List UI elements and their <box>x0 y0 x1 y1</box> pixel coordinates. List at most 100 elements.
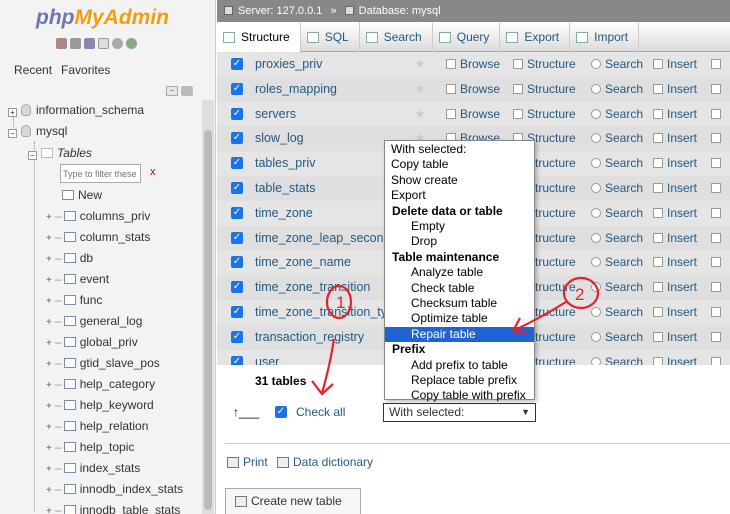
empty-link[interactable] <box>711 300 725 325</box>
nav-scrollbar[interactable] <box>202 100 214 514</box>
expand-icon[interactable]: + <box>46 292 55 312</box>
logout-icon[interactable] <box>70 38 81 49</box>
dropdown-option[interactable]: Optimize table <box>385 311 534 327</box>
check-all-label[interactable]: Check all <box>296 405 345 419</box>
docs-icon[interactable] <box>98 38 109 49</box>
dropdown-option[interactable]: Show create <box>385 173 534 189</box>
dropdown-option[interactable]: Drop <box>385 234 534 250</box>
tree-node-tables[interactable]: − Tables <box>28 143 92 163</box>
expand-icon[interactable]: + <box>8 108 17 117</box>
dropdown-option[interactable]: Analyze table <box>385 265 534 281</box>
dropdown-option[interactable]: Checksum table <box>385 296 534 312</box>
dropdown-option[interactable]: Export <box>385 188 534 204</box>
empty-link[interactable] <box>711 201 725 226</box>
dropdown-option[interactable]: Repair table <box>385 326 534 343</box>
expand-icon[interactable]: + <box>46 439 55 459</box>
row-checkbox[interactable]: ✓ <box>231 281 243 294</box>
table-name-link[interactable]: tables_priv <box>255 151 315 176</box>
check-all-checkbox[interactable]: ✓ <box>275 406 287 418</box>
search-link[interactable]: Search <box>591 275 643 300</box>
breadcrumb-server[interactable]: Server: 127.0.0.1 <box>238 5 322 17</box>
favorite-star-icon[interactable]: ★ <box>414 57 426 71</box>
tab-query[interactable]: Query <box>433 22 501 52</box>
favorite-star-icon[interactable]: ★ <box>414 81 426 96</box>
browse-link[interactable]: Browse <box>446 52 500 77</box>
tree-node-table[interactable]: + – help_topic <box>46 437 134 457</box>
dropdown-option[interactable]: Empty <box>385 219 534 235</box>
dropdown-option[interactable]: Add prefix to table <box>385 358 534 374</box>
empty-link[interactable] <box>711 275 725 300</box>
empty-link[interactable] <box>711 226 725 251</box>
search-link[interactable]: Search <box>591 102 643 127</box>
link-with-main-icon[interactable] <box>181 86 193 96</box>
tab-search[interactable]: Search <box>360 22 433 52</box>
tree-node-table[interactable]: + – help_keyword <box>46 395 154 415</box>
table-name-link[interactable]: time_zone_transition_type <box>255 300 401 325</box>
table-name-link[interactable]: table_stats <box>255 176 315 201</box>
expand-icon[interactable]: + <box>46 313 55 333</box>
tree-node-table[interactable]: + – index_stats <box>46 458 140 478</box>
tree-node-mysql[interactable]: − mysql <box>8 121 67 141</box>
structure-link[interactable]: Structure <box>513 77 576 102</box>
tree-node-table[interactable]: + – event <box>46 269 109 289</box>
insert-link[interactable]: Insert <box>653 300 697 325</box>
insert-link[interactable]: Insert <box>653 126 697 151</box>
tree-node-table[interactable]: + – global_priv <box>46 332 138 352</box>
table-name-link[interactable]: slow_log <box>255 126 304 151</box>
row-checkbox[interactable]: ✓ <box>231 82 243 95</box>
insert-link[interactable]: Insert <box>653 250 697 275</box>
table-filter-input[interactable] <box>61 165 140 182</box>
expand-icon[interactable]: + <box>46 250 55 270</box>
create-new-table-legend[interactable]: Create new table <box>235 494 342 508</box>
tree-node-table[interactable]: + – columns_priv <box>46 206 150 226</box>
empty-link[interactable] <box>711 151 725 176</box>
favorite-star-icon[interactable]: ★ <box>414 106 426 121</box>
phpmyadmin-logo[interactable]: phpMyAdmin <box>36 6 169 30</box>
tree-node-table[interactable]: + – column_stats <box>46 227 150 247</box>
search-link[interactable]: Search <box>591 151 643 176</box>
empty-link[interactable] <box>711 250 725 275</box>
row-checkbox[interactable]: ✓ <box>231 107 243 120</box>
search-link[interactable]: Search <box>591 201 643 226</box>
browse-link[interactable]: Browse <box>446 102 500 127</box>
home-icon[interactable] <box>56 38 67 49</box>
row-checkbox[interactable]: ✓ <box>231 330 243 343</box>
insert-link[interactable]: Insert <box>653 77 697 102</box>
row-checkbox[interactable]: ✓ <box>231 157 243 170</box>
table-name-link[interactable]: transaction_registry <box>255 325 364 350</box>
expand-icon[interactable]: + <box>46 271 55 291</box>
table-name-link[interactable]: servers <box>255 102 296 127</box>
table-name-link[interactable]: proxies_priv <box>255 52 322 77</box>
search-link[interactable]: Search <box>591 77 643 102</box>
expand-icon[interactable]: + <box>46 502 55 514</box>
insert-link[interactable]: Insert <box>653 176 697 201</box>
search-link[interactable]: Search <box>591 176 643 201</box>
scrollbar-thumb[interactable] <box>204 130 212 510</box>
empty-link[interactable] <box>711 176 725 201</box>
row-checkbox[interactable]: ✓ <box>231 306 243 318</box>
tab-import[interactable]: Import <box>570 22 640 52</box>
search-link[interactable]: Search <box>591 325 643 350</box>
expand-icon[interactable]: + <box>46 334 55 354</box>
tree-node-table[interactable]: + – gtid_slave_pos <box>46 353 160 373</box>
reload-icon[interactable] <box>126 38 137 49</box>
tree-node-table[interactable]: + – innodb_index_stats <box>46 479 183 499</box>
expand-icon[interactable]: + <box>46 355 55 375</box>
dropdown-option[interactable]: Check table <box>385 281 534 297</box>
tree-node-table[interactable]: + – help_relation <box>46 416 148 436</box>
row-checkbox[interactable]: ✓ <box>231 231 243 244</box>
data-dictionary-link[interactable]: Data dictionary <box>277 455 373 469</box>
empty-link[interactable] <box>711 52 725 77</box>
row-checkbox[interactable]: ✓ <box>231 182 243 194</box>
tree-node-information-schema[interactable]: + information_schema <box>8 100 144 120</box>
dropdown-option[interactable]: Copy table <box>385 157 534 173</box>
table-name-link[interactable]: time_zone_leap_second <box>255 226 391 251</box>
collapse-icon[interactable]: − <box>8 129 17 138</box>
collapse-all-button[interactable]: − <box>166 86 178 96</box>
search-link[interactable]: Search <box>591 226 643 251</box>
expand-icon[interactable]: + <box>46 376 55 396</box>
table-name-link[interactable]: time_zone <box>255 201 313 226</box>
search-link[interactable]: Search <box>591 52 643 77</box>
expand-icon[interactable]: + <box>46 397 55 417</box>
row-checkbox[interactable]: ✓ <box>231 132 243 145</box>
